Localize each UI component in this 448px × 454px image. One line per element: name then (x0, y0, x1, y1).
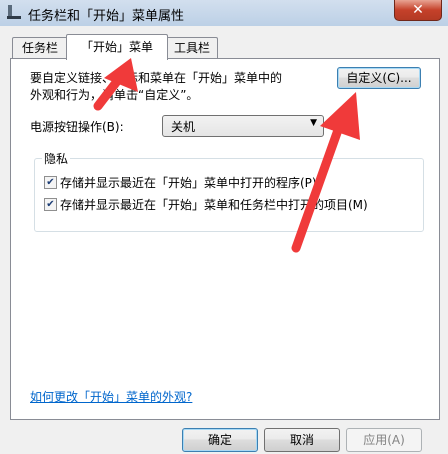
annotation-arrow-customize (291, 92, 360, 253)
annotation-arrow-tab (93, 58, 138, 111)
annotation-arrows (93, 58, 360, 253)
